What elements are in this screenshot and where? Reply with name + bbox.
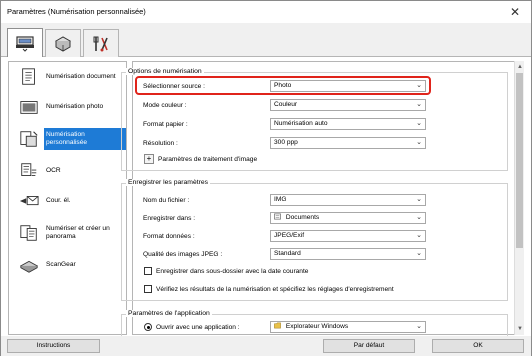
tab-device[interactable]: [45, 29, 81, 57]
chevron-down-icon: ⌄: [416, 120, 422, 127]
color-mode-select[interactable]: Couleur ⌄: [270, 99, 426, 111]
ocr-icon: [17, 160, 41, 182]
jpeg-quality-value: Standard: [274, 250, 301, 257]
file-name-value: IMG: [274, 196, 287, 203]
source-highlight: [135, 76, 431, 95]
sidebar-item-ocr[interactable]: OCR: [9, 156, 126, 186]
image-processing-label: Paramètres de traitement d'image: [158, 156, 258, 163]
scangear-icon: [17, 254, 41, 276]
sidebar-item-label: Numérisation document: [46, 73, 116, 80]
jpeg-quality-select[interactable]: Standard ⌄: [270, 248, 426, 260]
close-icon[interactable]: ✕: [507, 4, 523, 20]
verify-label: Vérifiez les résultats de la numérisatio…: [156, 286, 394, 293]
instructions-button[interactable]: Instructions: [7, 339, 100, 353]
chevron-down-icon: ⌄: [416, 323, 422, 330]
open-with-radio[interactable]: [144, 323, 152, 331]
resolution-select[interactable]: 300 ppp ⌄: [270, 137, 426, 149]
open-with-value: Explorateur Windows: [285, 323, 349, 330]
image-processing-expand-button[interactable]: +: [144, 154, 154, 164]
color-mode-value: Couleur: [274, 101, 298, 108]
data-format-label: Format données :: [143, 233, 195, 240]
open-with-select[interactable]: Explorateur Windows ⌄: [270, 321, 426, 333]
paper-size-value: Numérisation auto: [274, 120, 328, 127]
chevron-down-icon: ⌄: [416, 232, 422, 239]
sidebar-item-label: OCR: [46, 167, 61, 174]
tools-icon: [93, 36, 108, 51]
resolution-value: 300 ppp: [274, 139, 298, 146]
folder-icon: [274, 322, 281, 329]
data-format-value: JPEG/Exif: [274, 232, 305, 239]
group-title: Paramètres de l'application: [126, 310, 212, 317]
tab-bar: [1, 23, 531, 57]
settings-window: Paramètres (Numérisation personnalisée) …: [0, 0, 532, 356]
file-name-label: Nom du fichier :: [143, 197, 190, 204]
group-title: Enregistrer les paramètres: [126, 179, 211, 186]
scroll-up-icon[interactable]: ▲: [516, 63, 524, 71]
custom-scan-icon: [17, 128, 41, 150]
sidebar-item-custom-scan[interactable]: Numérisation personnalisée: [9, 122, 126, 156]
subfolder-label: Enregistrer dans sous-dossier avec la da…: [156, 268, 309, 275]
sidebar-item-label: Numérisation photo: [46, 103, 104, 110]
button-bar: Instructions Par défaut OK: [1, 336, 531, 356]
sidebar-item-label: Numérisation personnalisée: [44, 128, 126, 150]
panorama-icon: [17, 222, 41, 244]
chevron-down-icon: ⌄: [416, 196, 422, 203]
group-title: Options de numérisation: [126, 68, 204, 75]
scrollbar-thumb[interactable]: [516, 73, 523, 248]
sidebar-item-label: ScanGear: [46, 261, 76, 268]
chevron-down-icon: ⌄: [416, 214, 422, 221]
sidebar-item-photo-scan[interactable]: Numérisation photo: [9, 92, 126, 122]
sidebar-item-email[interactable]: Cour. él.: [9, 186, 126, 216]
window-title: Paramètres (Numérisation personnalisée): [7, 7, 146, 16]
save-in-select[interactable]: Documents ⌄: [270, 212, 426, 224]
photo-scan-icon: [17, 96, 41, 118]
tab-general-settings[interactable]: [83, 29, 119, 57]
scanner-device-icon: [54, 35, 72, 52]
save-in-value: Documents: [285, 214, 320, 221]
scroll-down-icon[interactable]: ▼: [516, 325, 524, 333]
paper-size-label: Format papier :: [143, 121, 188, 128]
scanner-icon: [16, 36, 34, 52]
verify-checkbox[interactable]: [144, 285, 152, 293]
color-mode-label: Mode couleur :: [143, 102, 187, 109]
jpeg-quality-label: Qualité des images JPEG :: [143, 251, 223, 258]
save-in-label: Enregistrer dans :: [143, 215, 196, 222]
sidebar-item-document-scan[interactable]: Numérisation document: [9, 62, 126, 92]
chevron-down-icon: ⌄: [416, 101, 422, 108]
subfolder-checkbox[interactable]: [144, 267, 152, 275]
sidebar-item-panorama[interactable]: Numériser et créer un panorama: [9, 216, 126, 250]
paper-size-select[interactable]: Numérisation auto ⌄: [270, 118, 426, 130]
data-format-select[interactable]: JPEG/Exif ⌄: [270, 230, 426, 242]
ok-button[interactable]: OK: [432, 339, 524, 353]
document-scan-icon: [17, 66, 41, 88]
sidebar-item-scangear[interactable]: ScanGear: [9, 250, 126, 280]
open-with-label: Ouvrir avec une application :: [156, 324, 240, 331]
resolution-label: Résolution :: [143, 140, 178, 147]
vertical-scrollbar[interactable]: ▲ ▼: [514, 61, 524, 335]
chevron-down-icon: ⌄: [416, 139, 422, 146]
defaults-button[interactable]: Par défaut: [323, 339, 415, 353]
file-name-input[interactable]: IMG ⌄: [270, 194, 426, 206]
folder-icon: [274, 213, 281, 220]
chevron-down-icon: ⌄: [416, 250, 422, 257]
sidebar-item-label: Numériser et créer un panorama: [46, 225, 110, 240]
sidebar-item-label: Cour. él.: [46, 197, 71, 204]
email-icon: [17, 190, 41, 212]
sidebar: Numérisation document Numérisation photo…: [8, 61, 127, 335]
title-bar: Paramètres (Numérisation personnalisée) …: [1, 1, 531, 23]
tab-scan[interactable]: [7, 28, 43, 57]
